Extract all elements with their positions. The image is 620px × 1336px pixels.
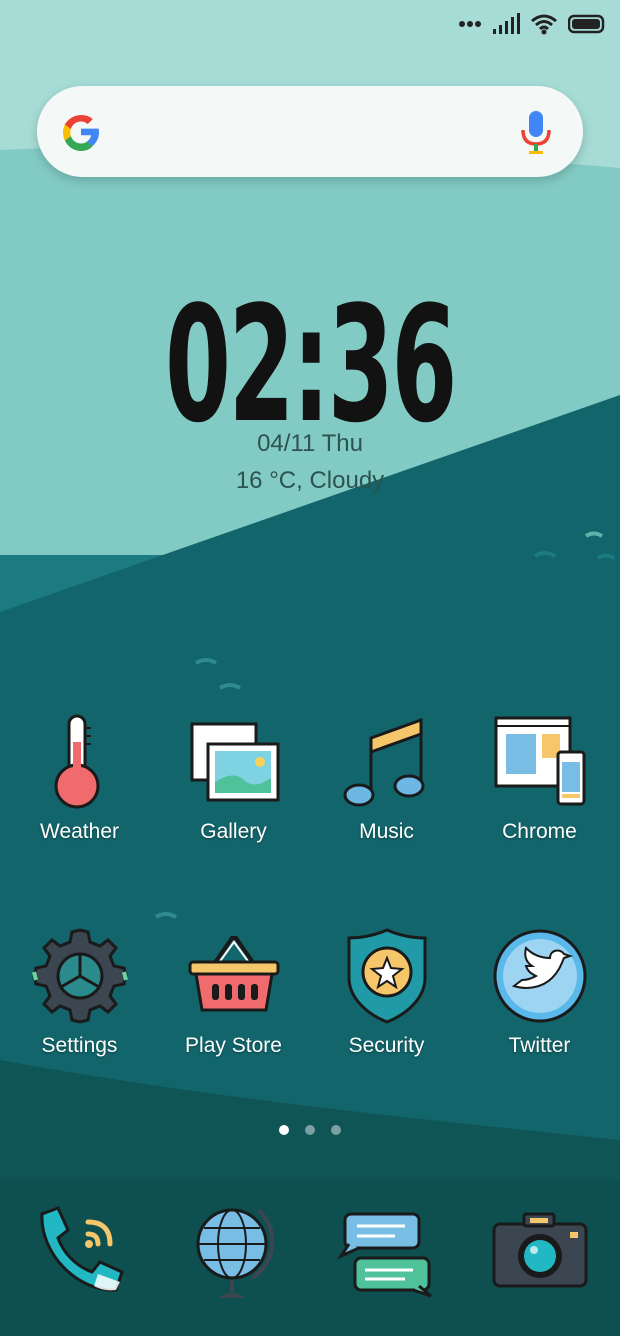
google-g-icon [63,115,99,151]
twitter-bird-icon [493,929,586,1023]
page-indicator [0,1125,620,1135]
thermometer-icon [54,714,99,809]
browser-devices-icon [494,716,585,806]
weather-summary: 16 °C, Cloudy [235,467,385,494]
wifi-icon [531,14,557,35]
app-weather[interactable]: Weather [3,712,156,844]
google-search-bar[interactable] [37,86,583,177]
app-label: Play Store [185,1034,282,1057]
app-label: Security [348,1034,425,1057]
wallpaper [0,0,620,1336]
page-dot-1[interactable] [279,1125,289,1135]
dock-camera[interactable] [463,1200,616,1304]
app-label: Chrome [502,820,577,843]
clock-widget[interactable]: 02:36 [0,282,620,432]
app-label: Music [359,820,414,843]
dock-phone[interactable] [3,1200,156,1304]
app-label: Weather [40,820,119,843]
globe-icon [196,1208,274,1298]
app-play-store[interactable]: Play Store [157,926,310,1058]
gear-icon [31,928,128,1024]
camera-icon [492,1212,587,1288]
app-music[interactable]: Music [310,712,463,844]
app-label: Settings [41,1034,118,1057]
dock-messages[interactable] [310,1200,463,1304]
more-dots-icon [459,21,481,27]
app-label: Twitter [508,1034,571,1057]
shield-star-icon [347,928,426,1024]
mic-icon[interactable] [519,108,553,156]
pictures-icon [190,722,279,802]
messages-icon [336,1212,432,1298]
status-bar [458,10,606,38]
signal-icon [493,13,520,34]
app-settings[interactable]: Settings [3,926,156,1058]
page-dot-2[interactable] [305,1125,315,1135]
app-twitter[interactable]: Twitter [463,926,616,1058]
clock-time-text: 02:36 [165,282,455,432]
app-chrome[interactable]: Chrome [463,712,616,844]
music-note-icon [343,717,424,807]
basket-icon [188,936,279,1012]
clock-date: 04/11 Thu [257,430,363,457]
clock-time: 02:36 [165,282,459,432]
app-security[interactable]: Security [310,926,463,1058]
dock-browser[interactable] [157,1200,310,1304]
app-gallery[interactable]: Gallery [157,712,310,844]
battery-icon [568,14,605,34]
app-label: Gallery [200,820,267,843]
phone-icon [39,1206,124,1292]
page-dot-3[interactable] [331,1125,341,1135]
